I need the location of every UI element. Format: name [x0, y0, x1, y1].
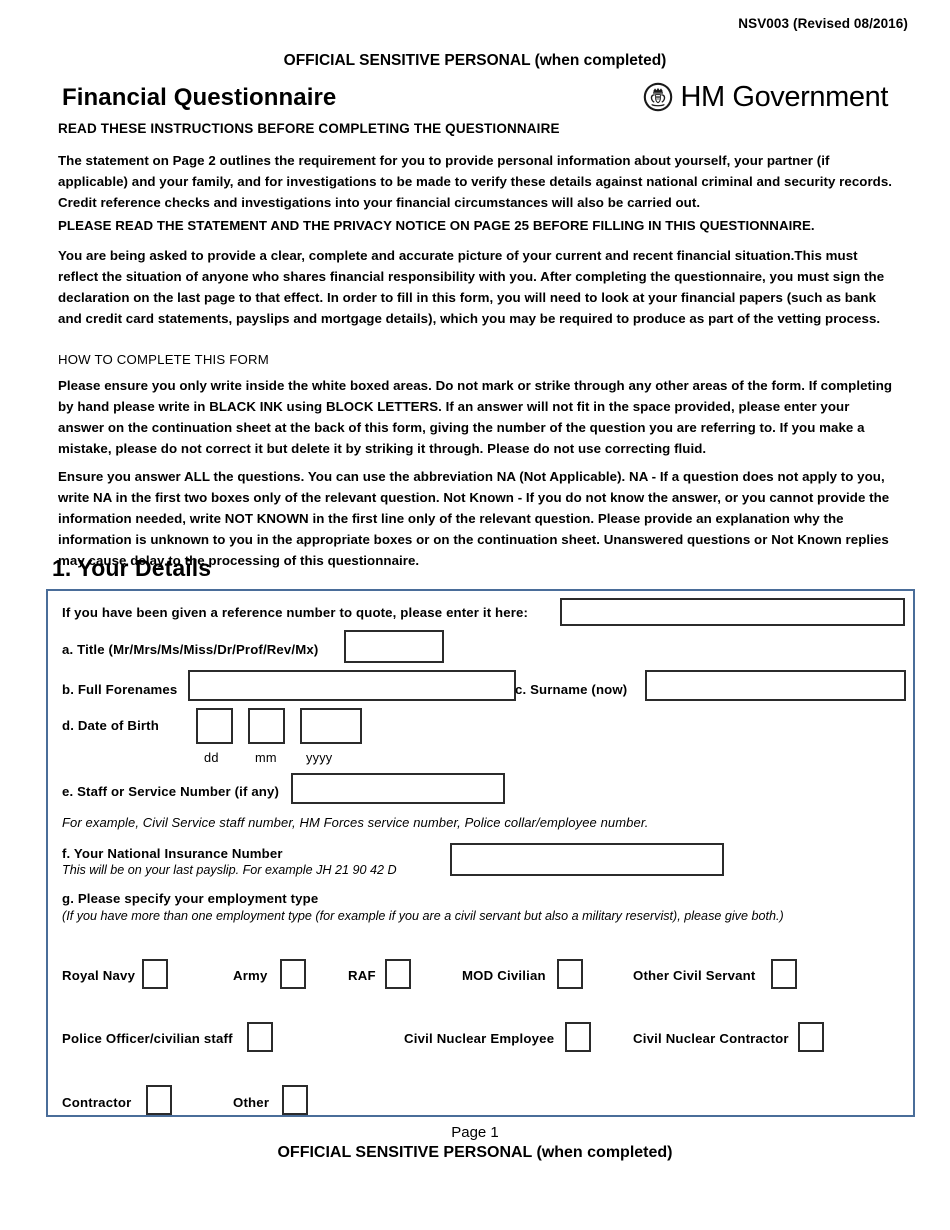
checkbox-label-police-officer: Police Officer/civilian staff — [62, 1031, 233, 1046]
checkbox-label-mod-civilian: MOD Civilian — [462, 968, 546, 983]
checkbox-label-civil-nuclear-employee: Civil Nuclear Employee — [404, 1031, 555, 1046]
checkbox-police-officer[interactable] — [247, 1022, 273, 1052]
staff-number-input[interactable] — [291, 773, 505, 804]
staff-number-hint: For example, Civil Service staff number,… — [62, 815, 649, 830]
instruction-paragraph-1: The statement on Page 2 outlines the req… — [58, 153, 893, 210]
page-title: Financial Questionnaire — [62, 84, 337, 111]
checkbox-raf[interactable] — [385, 959, 411, 989]
hm-government-wordmark: HM Government — [680, 80, 888, 113]
footer-page-number: Page 1 — [451, 1124, 499, 1141]
surname-label: c. Surname (now) — [515, 682, 628, 697]
checkbox-label-raf: RAF — [348, 968, 376, 983]
dob-day-input[interactable] — [196, 708, 233, 744]
checkbox-other[interactable] — [282, 1085, 308, 1115]
employment-type-hint: (If you have more than one employment ty… — [62, 909, 784, 923]
forenames-input[interactable] — [188, 670, 516, 701]
document-code: NSV003 (Revised 08/2016) — [738, 16, 908, 31]
hm-government-logo: HM Government — [643, 82, 888, 112]
national-insurance-input[interactable] — [450, 843, 724, 876]
checkbox-label-other: Other — [233, 1095, 270, 1110]
how-to-complete-heading: HOW TO COMPLETE THIS FORM — [58, 352, 269, 367]
dob-month-hint: mm — [255, 750, 277, 765]
dob-year-input[interactable] — [300, 708, 362, 744]
checkbox-mod-civilian[interactable] — [557, 959, 583, 989]
reference-number-label: If you have been given a reference numbe… — [62, 605, 529, 620]
dob-day-hint: dd — [204, 750, 219, 765]
instruction-paragraph-3: You are being asked to provide a clear, … — [58, 248, 885, 326]
checkbox-label-army: Army — [233, 968, 268, 983]
staff-number-label: e. Staff or Service Number (if any) — [62, 784, 280, 799]
checkbox-contractor[interactable] — [146, 1085, 172, 1115]
national-insurance-label: f. Your National Insurance Number — [62, 846, 283, 861]
checkbox-army[interactable] — [280, 959, 306, 989]
instruction-paragraph-2: PLEASE READ THE STATEMENT AND THE PRIVAC… — [58, 218, 815, 233]
checkbox-royal-navy[interactable] — [142, 959, 168, 989]
royal-crest-icon — [643, 82, 673, 112]
reference-number-input[interactable] — [560, 598, 905, 626]
checkbox-civil-nuclear-contractor[interactable] — [798, 1022, 824, 1052]
classification-header: OFFICIAL SENSITIVE PERSONAL (when comple… — [283, 52, 667, 69]
checkbox-label-contractor: Contractor — [62, 1095, 132, 1110]
footer-classification: OFFICIAL SENSITIVE PERSONAL (when comple… — [277, 1144, 673, 1161]
forenames-label: b. Full Forenames — [62, 682, 178, 697]
dob-year-hint: yyyy — [306, 750, 333, 765]
national-insurance-hint: This will be on your last payslip. For e… — [62, 863, 397, 877]
read-instructions-heading: READ THESE INSTRUCTIONS BEFORE COMPLETIN… — [58, 121, 560, 136]
checkbox-civil-nuclear-employee[interactable] — [565, 1022, 591, 1052]
title-row: Financial Questionnaire HM Government — [0, 82, 950, 122]
your-details-box: If you have been given a reference numbe… — [46, 589, 915, 1117]
checkbox-label-royal-navy: Royal Navy — [62, 968, 136, 983]
dob-month-input[interactable] — [248, 708, 285, 744]
employment-type-label: g. Please specify your employment type — [62, 891, 319, 906]
instruction-paragraph-4: Please ensure you only write inside the … — [58, 378, 893, 456]
checkbox-label-civil-nuclear-contractor: Civil Nuclear Contractor — [633, 1031, 789, 1046]
checkbox-other-civil-servant[interactable] — [771, 959, 797, 989]
date-of-birth-label: d. Date of Birth — [62, 718, 159, 733]
checkbox-label-other-civil-servant: Other Civil Servant — [633, 968, 756, 983]
section-1-heading: 1. Your Details — [52, 555, 212, 581]
title-input[interactable] — [344, 630, 444, 663]
title-label: a. Title (Mr/Mrs/Ms/Miss/Dr/Prof/Rev/Mx) — [62, 642, 319, 657]
surname-input[interactable] — [645, 670, 906, 701]
document-page: NSV003 (Revised 08/2016) OFFICIAL SENSIT… — [0, 0, 950, 1230]
